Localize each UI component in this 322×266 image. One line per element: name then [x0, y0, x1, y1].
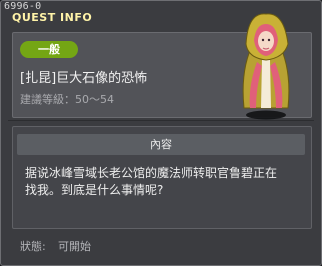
- status-label: 狀態:: [20, 240, 46, 253]
- status-value: 可開始: [58, 240, 91, 253]
- section-divider: [8, 120, 314, 121]
- level-range: 50〜54: [75, 93, 114, 106]
- shadow-icon: [246, 110, 286, 120]
- level-label: 建議等級：: [20, 93, 75, 106]
- recommended-level: 建議等級：50〜54: [20, 91, 114, 107]
- content-text: 据说冰峰雪域长老公馆的魔法师转职官鲁碧正在找我。到底是什么事情呢?: [25, 166, 278, 197]
- content-header: 內容: [17, 134, 305, 155]
- category-badge: 一般: [20, 41, 78, 58]
- window-title: QUEST INFO: [12, 11, 93, 24]
- quest-name: [扎昆]巨大石像的恐怖: [20, 71, 148, 86]
- hooded-npc-icon: [234, 8, 298, 126]
